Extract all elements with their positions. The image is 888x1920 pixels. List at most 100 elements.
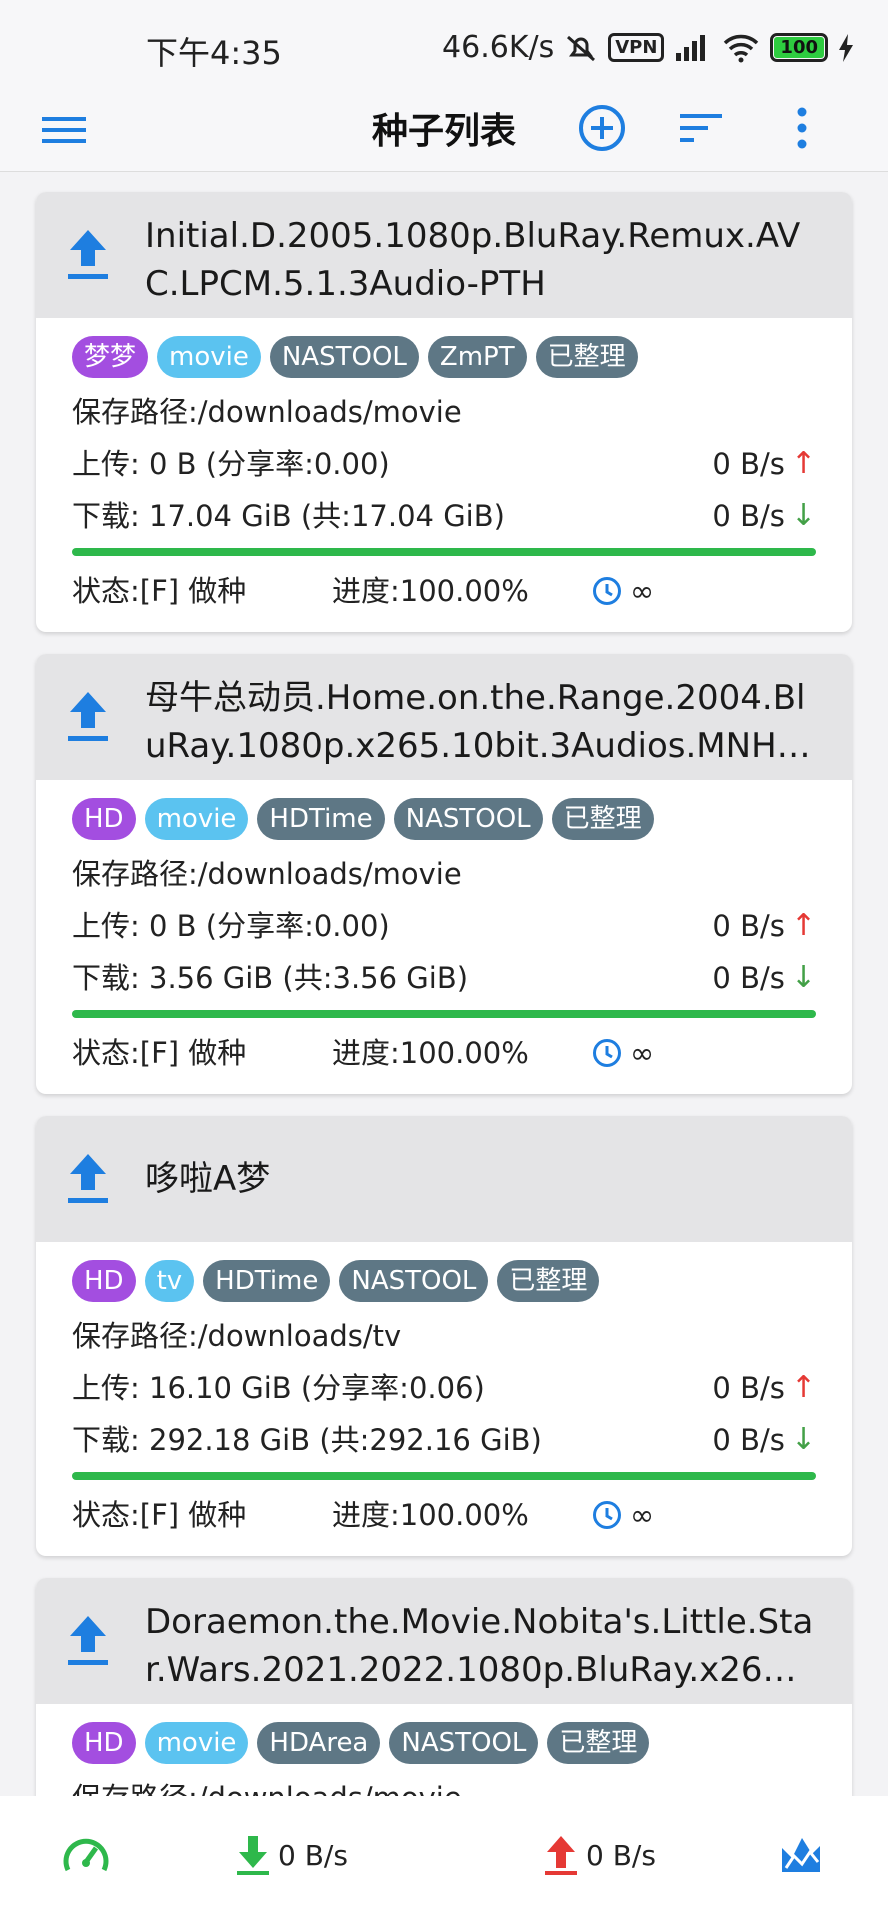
eta-value: ∞ [630, 574, 655, 608]
tag-site: HD [72, 1260, 136, 1302]
tag: HDTime [203, 1260, 331, 1302]
torrent-header: Doraemon.the.Movie.Nobita's.Little.Star.… [36, 1578, 852, 1704]
seeding-upload-icon [68, 1154, 108, 1203]
arrow-down-icon: ↓ [790, 1422, 816, 1457]
tag-category: movie [157, 336, 261, 378]
signal-icon [676, 34, 706, 61]
upload-row: 上传: 0 B (分享率:0.00) 0 B/s ↑ [72, 900, 816, 952]
torrent-name: 哆啦A梦 [145, 1159, 271, 1199]
eta-value: ∞ [630, 1498, 655, 1532]
upload-row: 上传: 0 B (分享率:0.00) 0 B/s ↑ [72, 438, 816, 490]
speed-limit-icon[interactable] [62, 1832, 110, 1876]
download-speed: 0 B/s [712, 961, 785, 995]
total-download: 0 B/s [236, 1834, 348, 1876]
arrow-up-icon: ↑ [790, 908, 816, 943]
status-bar: 下午4:35 46.6K/s VPN 100 [0, 0, 888, 100]
tag: NASTOOL [339, 1260, 489, 1302]
arrow-up-icon: ↑ [790, 1370, 816, 1405]
tag-site: HD [72, 798, 136, 840]
upload-speed: 0 B/s [712, 909, 785, 943]
sort-icon[interactable] [680, 108, 724, 148]
upload-speed: 0 B/s [712, 447, 785, 481]
bottom-bar: 0 B/s 0 B/s [0, 1796, 888, 1920]
tag-site: 梦梦 [72, 336, 149, 378]
upload-total: 上传: 0 B (分享率:0.00) [72, 909, 390, 943]
upload-speed: 0 B/s [712, 1371, 785, 1405]
wifi-icon [724, 34, 759, 62]
tag: NASTOOL [269, 336, 419, 378]
eta-value: ∞ [630, 1036, 655, 1070]
tag-category: movie [144, 1722, 249, 1764]
download-speed: 0 B/s [712, 499, 785, 533]
arrow-down-icon: ↓ [790, 960, 816, 995]
progress-bar [72, 548, 816, 556]
torrent-name: Initial.D.2005.1080p.BluRay.Remux.AVC.LP… [145, 216, 801, 304]
total-download-speed: 0 B/s [278, 1838, 348, 1872]
torrent-header: Initial.D.2005.1080p.BluRay.Remux.AVC.LP… [36, 192, 852, 318]
seeding-upload-icon [68, 1616, 108, 1665]
clock-icon [593, 577, 621, 605]
torrent-card[interactable]: 母牛总动员.Home.on.the.Range.2004.BluRay.1080… [36, 654, 852, 1094]
tag: HDTime [257, 798, 385, 840]
download-row: 下载: 292.18 GiB (共:292.16 GiB) 0 B/s ↓ [72, 1414, 816, 1466]
save-path: 保存路径:/downloads/movie [72, 857, 462, 891]
seeding-upload-icon [68, 692, 108, 741]
tag-list: HD movie HDArea NASTOOL 已整理 [72, 1722, 816, 1764]
torrent-progress-text: 进度:100.00% [332, 1036, 529, 1070]
total-upload: 0 B/s [544, 1834, 656, 1876]
tag: ZmPT [427, 336, 527, 378]
torrent-card[interactable]: 哆啦A梦 HD tv HDTime NASTOOL 已整理 保存路径:/down… [36, 1116, 852, 1556]
tag-category: movie [144, 798, 249, 840]
torrent-name: Doraemon.the.Movie.Nobita's.Little.Star.… [145, 1602, 814, 1690]
more-options-icon[interactable] [788, 104, 816, 152]
eta: ∞ [592, 1028, 654, 1078]
torrent-name: 母牛总动员.Home.on.the.Range.2004.BluRay.1080… [145, 678, 816, 766]
status-row: 状态:[F] 做种 进度:100.00% ∞ [72, 1028, 816, 1078]
clock-icon [593, 1501, 621, 1529]
tag: NASTOOL [393, 798, 543, 840]
status-row: 状态:[F] 做种 进度:100.00% ∞ [72, 1490, 816, 1540]
status-row: 状态:[F] 做种 进度:100.00% ∞ [72, 566, 816, 616]
download-speed: 0 B/s [712, 1423, 785, 1457]
download-total: 下载: 17.04 GiB (共:17.04 GiB) [72, 499, 505, 533]
torrent-progress-text: 进度:100.00% [332, 574, 529, 608]
status-indicators: 46.6K/s VPN 100 [442, 30, 854, 65]
add-torrent-icon[interactable] [578, 104, 626, 152]
download-row: 下载: 17.04 GiB (共:17.04 GiB) 0 B/s ↓ [72, 490, 816, 542]
eta: ∞ [592, 566, 654, 616]
download-total: 下载: 3.56 GiB (共:3.56 GiB) [72, 961, 469, 995]
torrent-status: 状态:[F] 做种 [72, 574, 247, 608]
download-total: 下载: 292.18 GiB (共:292.16 GiB) [72, 1423, 542, 1457]
charging-icon [839, 33, 853, 62]
tag: HDArea [257, 1722, 381, 1764]
progress-bar [72, 1010, 816, 1018]
torrent-list: Initial.D.2005.1080p.BluRay.Remux.AVC.LP… [36, 192, 852, 1862]
tag-list: HD movie HDTime NASTOOL 已整理 [72, 798, 816, 840]
menu-icon[interactable] [42, 108, 86, 152]
torrent-header: 哆啦A梦 [36, 1116, 852, 1242]
torrent-status: 状态:[F] 做种 [72, 1498, 247, 1532]
tag: 已整理 [551, 798, 654, 840]
net-speed: 46.6K/s [442, 30, 555, 65]
tag-site: HD [72, 1722, 136, 1764]
torrent-card[interactable]: Initial.D.2005.1080p.BluRay.Remux.AVC.LP… [36, 192, 852, 632]
upload-icon [545, 1836, 577, 1875]
torrent-progress-text: 进度:100.00% [332, 1498, 529, 1532]
page-title: 种子列表 [371, 111, 516, 152]
tag-list: 梦梦 movie NASTOOL ZmPT 已整理 [72, 336, 816, 378]
vpn-badge: VPN [608, 33, 665, 62]
download-row: 下载: 3.56 GiB (共:3.56 GiB) 0 B/s ↓ [72, 952, 816, 1004]
chart-icon[interactable] [780, 1834, 822, 1874]
battery-level: 100 [774, 37, 824, 58]
tag: 已整理 [547, 1722, 650, 1764]
clock-icon [593, 1039, 621, 1067]
torrent-status: 状态:[F] 做种 [72, 1036, 247, 1070]
arrow-down-icon: ↓ [790, 498, 816, 533]
tag-category: tv [144, 1260, 195, 1302]
save-path: 保存路径:/downloads/tv [72, 1319, 402, 1353]
progress-bar [72, 1472, 816, 1480]
app-bar: 种子列表 [0, 100, 888, 172]
seeding-upload-icon [68, 230, 108, 279]
total-upload-speed: 0 B/s [586, 1838, 656, 1872]
upload-total: 上传: 0 B (分享率:0.00) [72, 447, 390, 481]
